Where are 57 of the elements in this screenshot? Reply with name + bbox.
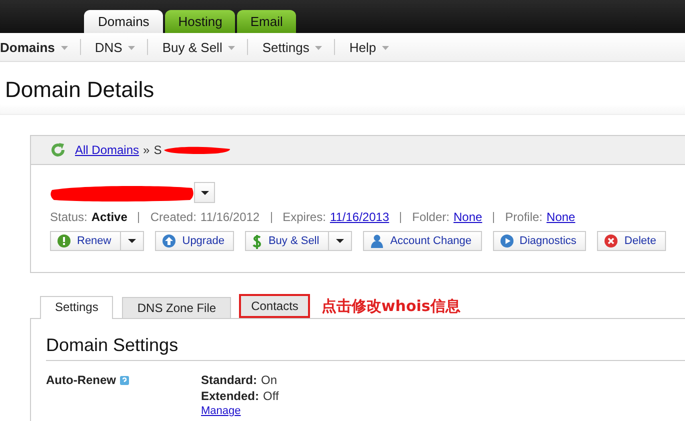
nav-tab[interactable]: Domains	[84, 10, 164, 33]
breadcrumb-link[interactable]: All Domains	[75, 143, 140, 157]
action-button[interactable]: Upgrade	[155, 231, 234, 251]
help-icon	[120, 376, 129, 385]
status-value: 11/16/2012	[200, 210, 260, 224]
action-button[interactable]: Delete	[597, 231, 666, 251]
status-link[interactable]: None	[453, 210, 482, 224]
status-link[interactable]: 11/16/2013	[330, 210, 390, 224]
person-icon	[370, 234, 384, 248]
menu-item[interactable]: Buy & Sell	[148, 40, 248, 54]
annotation-text: 点击修改whois信息	[321, 297, 460, 316]
setting-key: Extended:	[201, 389, 260, 403]
tab[interactable]: Settings	[40, 296, 114, 319]
redaction-mark	[162, 145, 232, 155]
menu-item[interactable]: Help	[335, 40, 402, 54]
nav-tab[interactable]: Email	[237, 10, 296, 33]
status-label: Profile:	[505, 210, 543, 224]
up-arrow-icon	[162, 234, 176, 248]
status-label: Status:	[50, 210, 88, 224]
play-circle-icon	[500, 234, 514, 248]
status-label: Expires:	[282, 210, 326, 224]
action-button[interactable]: Buy & Sell	[245, 231, 330, 251]
caret-icon	[336, 239, 344, 243]
refresh-icon	[51, 143, 65, 157]
setting-key: Standard:	[201, 373, 258, 387]
menu-item[interactable]: DNS	[80, 40, 148, 54]
caret-icon	[315, 46, 322, 50]
setting-label: Auto-Renew	[46, 373, 116, 387]
breadcrumb-separator: »	[143, 143, 150, 157]
status-label: Folder:	[412, 210, 450, 224]
caret-icon	[60, 46, 68, 50]
manage-link[interactable]: Manage	[201, 405, 279, 417]
action-button[interactable]: Renew	[50, 231, 122, 251]
dropdown-button[interactable]	[329, 231, 352, 251]
action-button[interactable]: Account Change	[363, 231, 482, 251]
status-link[interactable]: None	[546, 210, 576, 224]
dropdown-button[interactable]	[121, 231, 144, 251]
menu-item[interactable]: Settings	[248, 40, 334, 54]
dollar-sign-icon	[252, 234, 262, 248]
breadcrumb-current: S	[154, 143, 162, 157]
status-value: Active	[91, 210, 128, 224]
action-button[interactable]: Diagnostics	[492, 231, 586, 251]
menu-item[interactable]: Domains	[0, 40, 80, 54]
caret-icon	[382, 46, 390, 50]
setting-value: Off	[263, 389, 279, 403]
caret-icon	[228, 46, 236, 50]
caret-icon	[200, 190, 208, 194]
tab[interactable]: DNS Zone File	[122, 297, 232, 318]
tab[interactable]: Contacts	[239, 294, 310, 318]
caret-icon	[128, 46, 136, 50]
status-label: Created:	[150, 210, 196, 224]
caret-icon	[128, 239, 136, 243]
dropdown-button[interactable]	[194, 182, 215, 203]
section-title: Domain Settings	[46, 335, 685, 361]
setting-value: On	[261, 373, 278, 387]
nav-tab[interactable]: Hosting	[165, 10, 236, 33]
close-icon	[604, 234, 618, 248]
